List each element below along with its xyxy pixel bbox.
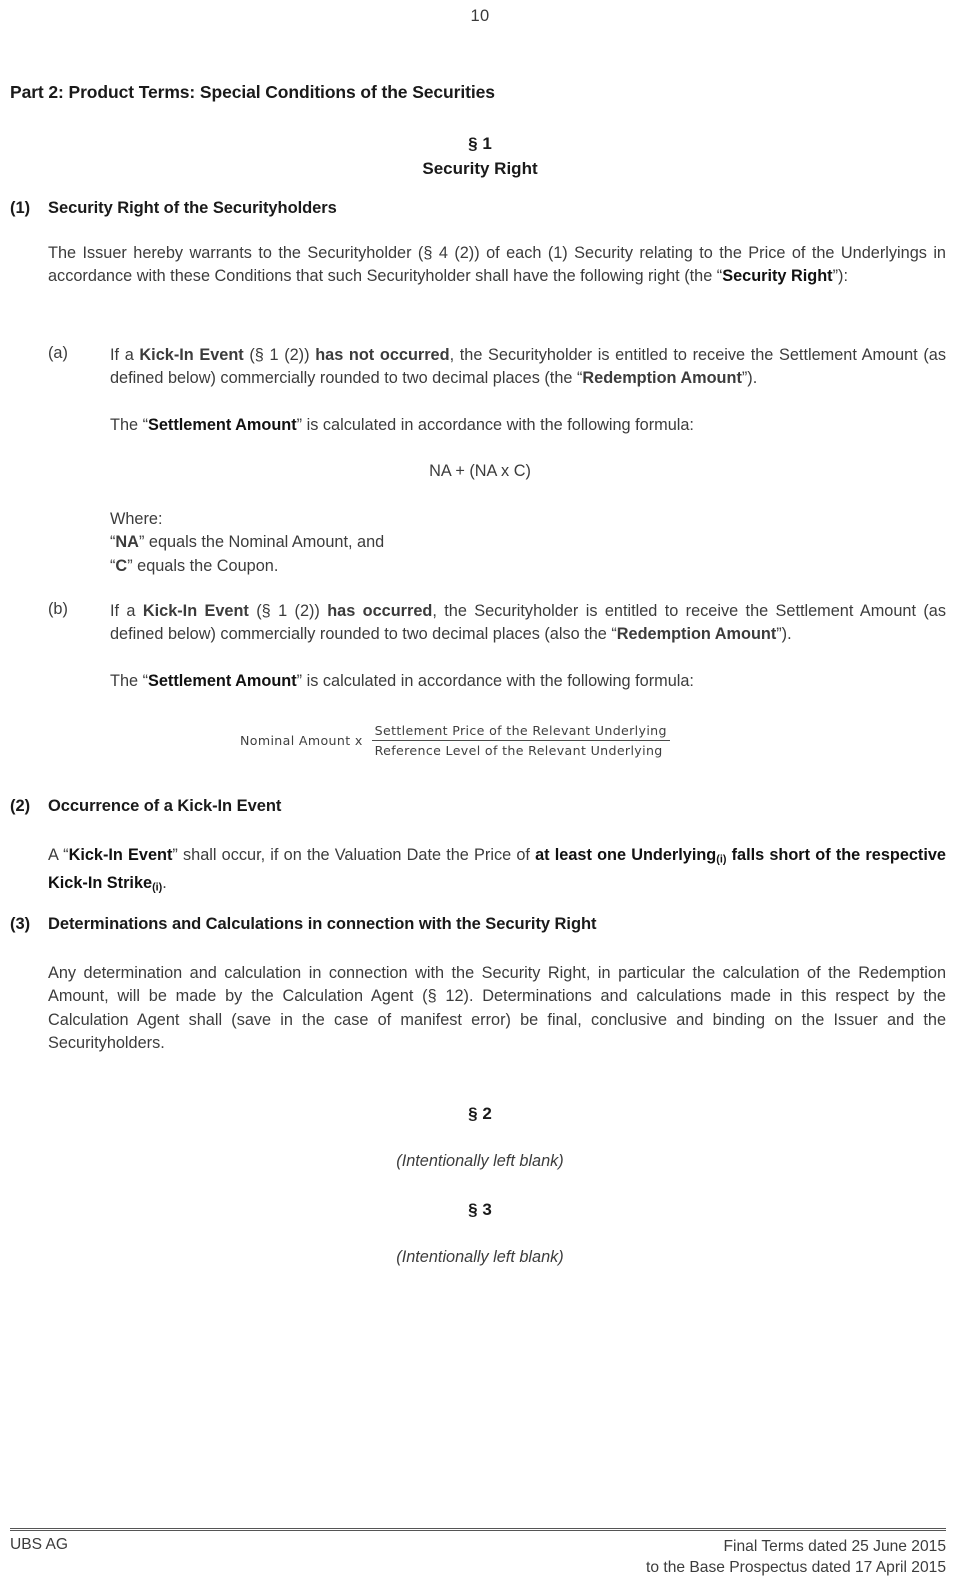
- subitem-a-body: If a Kick-In Event (§ 1 (2)) has not occ…: [110, 346, 946, 388]
- subitem-b-body: If a Kick-In Event (§ 1 (2)) has occurre…: [110, 602, 946, 644]
- settlement-amount-formula-b: Nominal Amount x Settlement Price of the…: [240, 723, 670, 758]
- clause-2-number: (2): [10, 797, 31, 815]
- part-heading: Part 2: Product Terms: Special Condition…: [10, 82, 495, 102]
- section-1-heading: § 1 Security Right: [0, 131, 960, 181]
- clause-2-body: A “Kick-In Event” shall occur, if on the…: [48, 846, 946, 894]
- subitem-b-formula-lead: The “Settlement Amount” is calculated in…: [110, 672, 694, 690]
- formula-b-fraction: Settlement Price of the Relevant Underly…: [371, 723, 670, 758]
- footer-terms: Final Terms dated 25 June 2015 to the Ba…: [646, 1536, 946, 1578]
- formula-b-denominator: Reference Level of the Relevant Underlyi…: [374, 743, 663, 758]
- where-label: Where:: [110, 510, 163, 528]
- subitem-b: (b) If a Kick-In Event (§ 1 (2)) has occ…: [48, 600, 946, 647]
- footer-issuer: UBS AG: [10, 1536, 69, 1553]
- clause-1-title: Security Right of the Securityholders: [48, 199, 337, 217]
- section-2-symbol: § 2: [468, 1104, 492, 1123]
- subitem-b-letter: (b): [48, 600, 68, 618]
- subitem-a-letter: (a): [48, 344, 68, 362]
- footer-base-prospectus-date: to the Base Prospectus dated 17 April 20…: [646, 1559, 946, 1576]
- footer-divider: [10, 1528, 946, 1531]
- formula-b-numerator: Settlement Price of the Relevant Underly…: [371, 723, 670, 741]
- clause-2-heading: (2) Occurrence of a Kick-In Event: [10, 797, 946, 816]
- settlement-amount-formula-a: NA + (NA x C): [429, 462, 531, 480]
- clause-3-title: Determinations and Calculations in conne…: [48, 915, 597, 933]
- clause-1-heading: (1) Security Right of the Securityholder…: [10, 199, 946, 218]
- section-2-blank-note: (Intentionally left blank): [396, 1152, 564, 1170]
- footer-final-terms-date: Final Terms dated 25 June 2015: [723, 1538, 947, 1555]
- subitem-a: (a) If a Kick-In Event (§ 1 (2)) has not…: [48, 344, 946, 391]
- subitem-a-formula-lead: The “Settlement Amount” is calculated in…: [110, 416, 694, 434]
- section-3-symbol: § 3: [468, 1200, 492, 1219]
- document-page: 10 Part 2: Product Terms: Special Condit…: [0, 0, 960, 1593]
- section-1-symbol: § 1: [468, 134, 492, 153]
- clause-3-body: Any determination and calculation in con…: [48, 964, 946, 1052]
- clause-3-number: (3): [10, 915, 31, 933]
- where-block: Where: “NA” equals the Nominal Amount, a…: [110, 508, 384, 578]
- clause-1-number: (1): [10, 199, 31, 217]
- clause-1-intro-paragraph: The Issuer hereby warrants to the Securi…: [48, 244, 946, 286]
- section-1-title: Security Right: [422, 159, 538, 178]
- clause-2-title: Occurrence of a Kick-In Event: [48, 797, 282, 815]
- page-number: 10: [470, 7, 490, 25]
- clause-3-heading: (3) Determinations and Calculations in c…: [10, 915, 946, 934]
- formula-b-left-term: Nominal Amount x: [240, 733, 363, 748]
- where-line-na: “NA” equals the Nominal Amount, and: [110, 533, 385, 552]
- section-3-blank-note: (Intentionally left blank): [396, 1248, 564, 1266]
- where-line-c: “C” equals the Coupon.: [110, 556, 279, 575]
